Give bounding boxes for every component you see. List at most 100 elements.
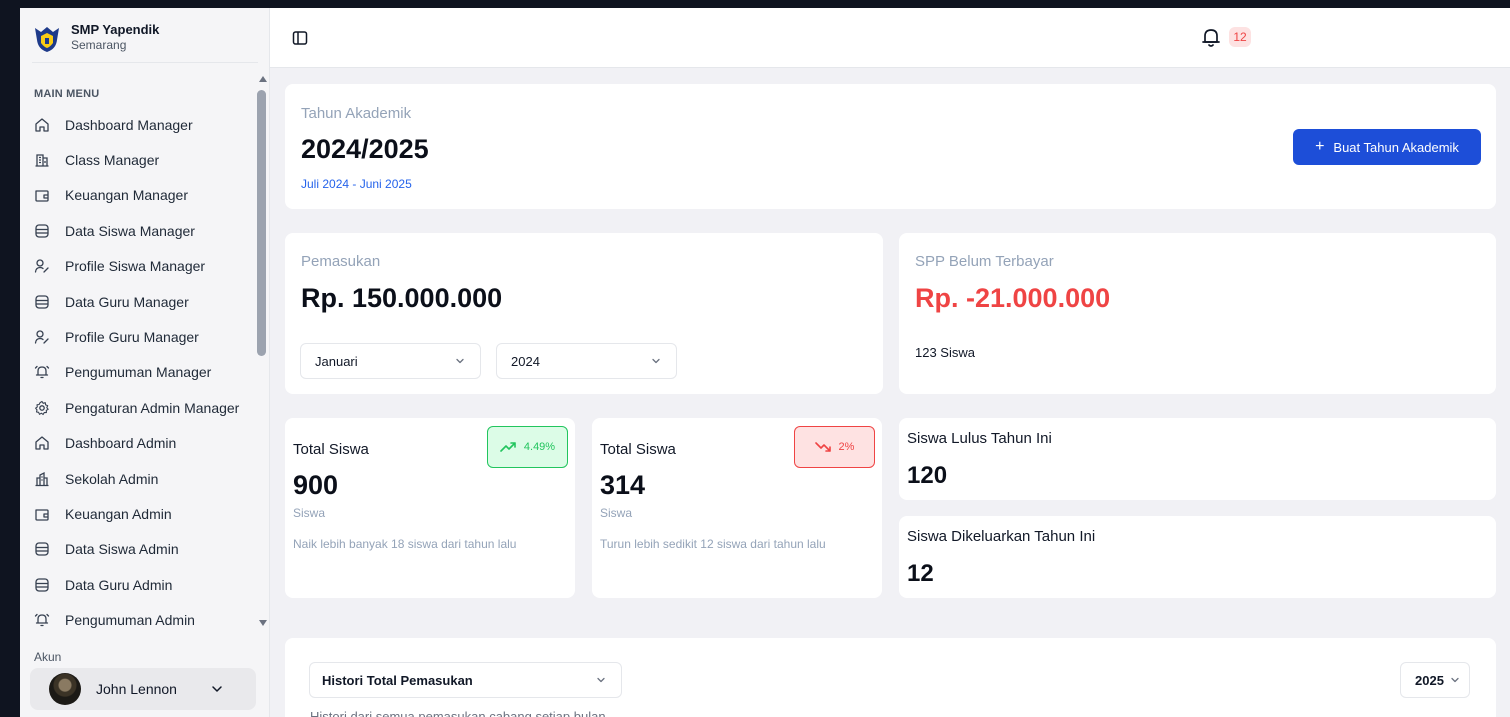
income-card: Pemasukan Rp. 150.000.000 Januari 2024 [285, 233, 883, 394]
sidebar-item[interactable]: Sekolah Admin [20, 461, 256, 496]
bell-ring-icon [34, 614, 50, 627]
sidebar-item[interactable]: Pengumuman Admin [20, 602, 256, 629]
sidebar-item[interactable]: Keuangan Admin [20, 496, 256, 531]
building-icon [35, 154, 49, 167]
stat-value: 900 [293, 470, 339, 500]
academic-year-range: Juli 2024 - Juni 2025 [301, 177, 412, 191]
menu-section-title: MAIN MENU [34, 88, 100, 100]
home-icon [35, 118, 49, 132]
total-students-card: Total Siswa 2% 314 Siswa Turun lebih sed… [592, 418, 882, 598]
gear-icon [35, 400, 49, 415]
sidebar-item-label: Dashboard Manager [65, 116, 193, 133]
unpaid-spp-label: SPP Belum Terbayar [915, 253, 1054, 270]
sidebar-item[interactable]: Data Siswa Admin [20, 532, 256, 567]
graduated-title: Siswa Lulus Tahun Ini [907, 430, 1052, 447]
graduated-value: 120 [907, 462, 948, 489]
user-name: John Lennon [96, 681, 177, 697]
month-select-value: Januari [315, 353, 358, 369]
sidebar-item-label: Profile Siswa Manager [65, 258, 206, 275]
sidebar-item[interactable]: Dashboard Admin [20, 426, 256, 461]
scroll-up-arrow[interactable] [259, 76, 267, 82]
database-icon [35, 224, 49, 238]
year-select-value: 2024 [511, 353, 540, 369]
brand[interactable]: SMP Yapendik Semarang [32, 22, 159, 54]
sidebar-scrollbar[interactable] [256, 74, 268, 629]
stat-value: 314 [600, 470, 646, 500]
sidebar-item[interactable]: Profile Siswa Manager [20, 249, 256, 284]
graduated-students-card: Siswa Lulus Tahun Ini 120 [899, 418, 1496, 500]
history-year-value: 2025 [1415, 672, 1444, 688]
menu-list: Dashboard Manager Class Manager Keuangan M… [20, 107, 256, 629]
scroll-thumb[interactable] [257, 90, 266, 356]
sidebar-item-label: Pengumuman Manager [65, 364, 212, 381]
window-edge-top [0, 0, 1510, 8]
school-icon [35, 471, 49, 486]
home-icon [35, 436, 49, 450]
unpaid-spp-value: Rp. -21.000.000 [915, 283, 1111, 313]
wallet-icon [35, 190, 49, 203]
user-edit-icon [34, 330, 49, 344]
wallet-icon [35, 509, 49, 521]
sidebar-item-label: Class Manager [65, 152, 160, 169]
main-content: Tahun Akademik 2024/2025 Juli 2024 - Jun… [270, 68, 1510, 717]
sidebar-item[interactable]: Dashboard Manager [20, 107, 256, 142]
sidebar-toggle-icon[interactable] [292, 30, 308, 46]
avatar [49, 673, 81, 705]
year-select[interactable]: 2024 [496, 343, 677, 379]
chevron-down-icon [652, 358, 660, 364]
sidebar-item[interactable]: Data Guru Admin [20, 567, 256, 602]
sidebar-item[interactable]: Pengaturan Admin Manager [20, 390, 256, 425]
account-menu[interactable]: John Lennon [30, 668, 256, 710]
stat-title: Total Siswa [293, 441, 369, 458]
chevron-down-icon [456, 358, 464, 364]
sidebar: SMP Yapendik Semarang MAIN MENU Dashboar… [20, 8, 270, 717]
stat-unit: Siswa [293, 506, 326, 520]
sidebar-item[interactable]: Keuangan Manager [20, 178, 256, 213]
history-type-select[interactable]: Histori Total Pemasukan [309, 662, 622, 698]
stat-unit: Siswa [600, 506, 633, 520]
academic-year-card: Tahun Akademik 2024/2025 Juli 2024 - Jun… [285, 84, 1496, 209]
history-year-select[interactable]: 2025 [1400, 662, 1470, 698]
sidebar-item-label: Profile Guru Manager [65, 329, 199, 346]
expelled-students-card: Siswa Dikeluarkan Tahun Ini 12 [899, 516, 1496, 598]
month-select[interactable]: Januari [300, 343, 481, 379]
sidebar-item-label: Sekolah Admin [65, 470, 159, 487]
database-icon [35, 578, 49, 592]
plus-icon: + [1315, 138, 1325, 155]
school-name: SMP Yapendik [71, 22, 160, 37]
stat-title: Total Siswa [600, 441, 676, 458]
sidebar-item-label: Dashboard Admin [65, 435, 177, 452]
sidebar-item-label: Data Guru Admin [65, 576, 173, 593]
trend-value: 2% [838, 441, 855, 453]
sidebar-item[interactable]: Class Manager [20, 142, 256, 177]
window-edge-left [0, 0, 20, 717]
income-history-card: Histori Total Pemasukan 2025 Histori dar… [285, 638, 1496, 717]
app-frame: SMP Yapendik Semarang MAIN MENU Dashboar… [0, 0, 1510, 717]
menu-scroll-area[interactable]: MAIN MENU Dashboard Manager Class Manager… [20, 82, 270, 629]
sidebar-item[interactable]: Pengumuman Manager [20, 355, 256, 390]
topbar: 12 [270, 8, 1510, 68]
create-academic-year-button[interactable]: + Buat Tahun Akademik [1293, 129, 1481, 165]
sidebar-item[interactable]: Profile Guru Manager [20, 319, 256, 354]
create-academic-year-label: Buat Tahun Akademik [1333, 139, 1459, 155]
bell-ring-icon [34, 366, 50, 379]
trend-up-badge: 4.49% [487, 426, 568, 468]
unpaid-student-count: 123 Siswa [915, 345, 975, 360]
sidebar-item-label: Data Siswa Manager [65, 222, 195, 239]
divider [32, 62, 258, 63]
chevron-down-icon [597, 677, 605, 683]
trending-down-icon [814, 442, 831, 452]
notification-bell-icon[interactable] [1200, 26, 1222, 48]
scroll-down-arrow[interactable] [259, 620, 267, 626]
expelled-value: 12 [907, 560, 934, 587]
total-students-card: Total Siswa 4.49% 900 Siswa Naik lebih b… [285, 418, 575, 598]
income-label: Pemasukan [301, 253, 381, 270]
academic-year-value: 2024/2025 [301, 134, 429, 164]
database-icon [35, 542, 49, 557]
notification-count-badge[interactable]: 12 [1229, 27, 1251, 47]
stat-description: Turun lebih sedikit 12 siswa dari tahun … [600, 537, 826, 551]
sidebar-item[interactable]: Data Siswa Manager [20, 213, 256, 248]
sidebar-item-label: Pengaturan Admin Manager [65, 399, 240, 416]
trend-value: 4.49% [523, 441, 556, 453]
sidebar-item[interactable]: Data Guru Manager [20, 284, 256, 319]
